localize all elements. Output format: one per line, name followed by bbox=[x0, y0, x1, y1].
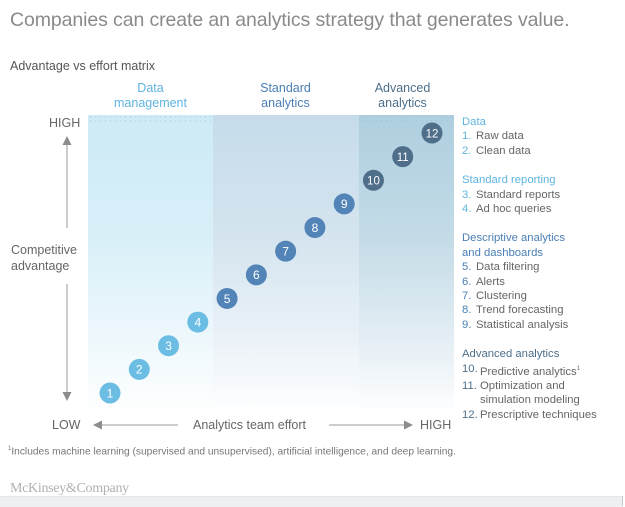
legend-group-heading: Descriptive analytics bbox=[462, 232, 565, 245]
x-axis-low-label: LOW bbox=[52, 418, 81, 432]
y-axis-arrow-down-icon bbox=[62, 392, 72, 401]
legend-item: 8. Trend forecasting bbox=[462, 303, 622, 317]
bubble-8: 8 bbox=[304, 217, 326, 239]
legend-item: 2. Clean data bbox=[462, 144, 622, 158]
legend-item: 9. Statistical analysis bbox=[462, 318, 622, 332]
bubble-11: 11 bbox=[392, 146, 414, 168]
legend-item-text: Alerts bbox=[476, 275, 505, 288]
bubbles: 123456789101112 bbox=[99, 122, 443, 404]
bubble-label: 6 bbox=[253, 268, 260, 282]
legend-item-text: Ad hoc queries bbox=[476, 203, 552, 216]
bubble-label: 2 bbox=[136, 363, 143, 377]
bubble-label: 8 bbox=[312, 221, 319, 235]
bubble-label: 9 bbox=[341, 197, 348, 211]
x-axis-high-label: HIGH bbox=[420, 418, 452, 432]
legend-item-text: Standard reports bbox=[476, 188, 561, 201]
footnote: 1Includes machine learning (supervised a… bbox=[8, 446, 456, 457]
legend-item-number: 1. bbox=[462, 130, 472, 143]
bubble-3: 3 bbox=[158, 335, 180, 357]
legend-group: Descriptive analytics and dashboards 5. Dat… bbox=[462, 231, 622, 332]
bubble-label: 3 bbox=[165, 339, 172, 353]
legend-item: 4. Ad hoc queries bbox=[462, 202, 622, 216]
right-edge-divider bbox=[622, 496, 623, 506]
bubble-label: 4 bbox=[194, 315, 201, 329]
bubble-label: 7 bbox=[282, 244, 289, 258]
legend-item: 11. Optimization and simulation modeling bbox=[462, 379, 622, 408]
bubble-label: 10 bbox=[367, 176, 380, 188]
bubble-6: 6 bbox=[245, 264, 267, 286]
legend-item-text: Clustering bbox=[476, 290, 527, 303]
legend-group: Data 1. Raw data 2. Clean data bbox=[462, 115, 622, 158]
legend-item-number: 6. bbox=[462, 275, 472, 288]
bubble-label: 12 bbox=[426, 128, 439, 140]
legend-group-heading: Advanced analytics bbox=[462, 348, 560, 361]
legend-item: 6. Alerts bbox=[462, 275, 622, 289]
legend-item: 12. Prescriptive techniques bbox=[462, 408, 622, 422]
y-axis-title-line: advantage bbox=[11, 259, 70, 273]
legend-group-heading: and dashboards bbox=[462, 246, 544, 259]
footnote-text: Includes machine learning (supervised an… bbox=[11, 446, 456, 458]
legend-item: 10. Predictive analytics1 bbox=[462, 362, 622, 379]
legend: Data 1. Raw data 2. Clean data Standard repor… bbox=[462, 115, 622, 437]
legend-item-text: Clean data bbox=[476, 144, 531, 157]
bubble-label: 5 bbox=[224, 292, 231, 306]
y-axis-title: Competitive advantage bbox=[11, 242, 77, 274]
legend-item: 1. Raw data bbox=[462, 129, 622, 143]
bubble-2: 2 bbox=[128, 358, 150, 380]
x-axis-title: Analytics team effort bbox=[193, 418, 307, 432]
bubble-9: 9 bbox=[333, 193, 355, 215]
legend-group: Advanced analytics 10. Predictive analytic… bbox=[462, 347, 622, 422]
legend-item-text: Prescriptive techniques bbox=[480, 408, 597, 421]
legend-item-number: 5. bbox=[462, 261, 472, 274]
legend-item-text: Trend forecasting bbox=[476, 304, 564, 317]
bubble-5: 5 bbox=[216, 287, 238, 309]
legend-item-number: 4. bbox=[462, 203, 472, 216]
bottom-band bbox=[0, 496, 623, 507]
legend-item: 3. Standard reports bbox=[462, 188, 622, 202]
legend-item-number: 11. bbox=[462, 379, 477, 392]
legend-item-number: 12. bbox=[462, 408, 478, 421]
footnote-marker: 1 bbox=[576, 365, 581, 372]
bubble-7: 7 bbox=[275, 240, 297, 262]
brand-logo: McKinsey&Company bbox=[10, 481, 129, 496]
bubble-4: 4 bbox=[187, 311, 209, 333]
y-axis-title-line: Competitive bbox=[11, 243, 77, 257]
legend-group-heading: Data bbox=[462, 116, 486, 128]
y-axis-high-label: HIGH bbox=[49, 116, 81, 130]
legend-item-number: 8. bbox=[462, 304, 472, 317]
legend-group: Standard reporting 3. Standard reports 4. Ad… bbox=[462, 173, 622, 216]
bubble-label: 11 bbox=[397, 152, 409, 164]
legend-item-text: Raw data bbox=[476, 130, 524, 143]
x-axis-arrow-right-icon bbox=[404, 420, 413, 430]
bubble-1: 1 bbox=[99, 382, 121, 404]
bubble-label: 1 bbox=[107, 386, 114, 400]
bubble-10: 10 bbox=[362, 169, 384, 191]
legend-item: 5. Data filtering bbox=[462, 260, 622, 274]
legend-item-number: 3. bbox=[462, 188, 472, 201]
bubble-12: 12 bbox=[421, 122, 443, 144]
legend-item: 7. Clustering bbox=[462, 289, 622, 303]
legend-item-number: 10. bbox=[462, 362, 478, 375]
legend-item-text: Predictive analytics1 bbox=[480, 365, 581, 378]
legend-item-number: 9. bbox=[462, 318, 472, 331]
legend-group-heading: Standard reporting bbox=[462, 174, 556, 187]
legend-item-text: Data filtering bbox=[476, 261, 540, 274]
x-axis-arrow-left-icon bbox=[93, 420, 102, 430]
legend-item-number: 2. bbox=[462, 144, 472, 157]
y-axis-arrow-up-icon bbox=[62, 136, 72, 145]
legend-item-text: Statistical analysis bbox=[476, 318, 569, 331]
legend-item-number: 7. bbox=[462, 290, 472, 303]
legend-item-text: Optimization and simulation modeling bbox=[480, 379, 580, 407]
